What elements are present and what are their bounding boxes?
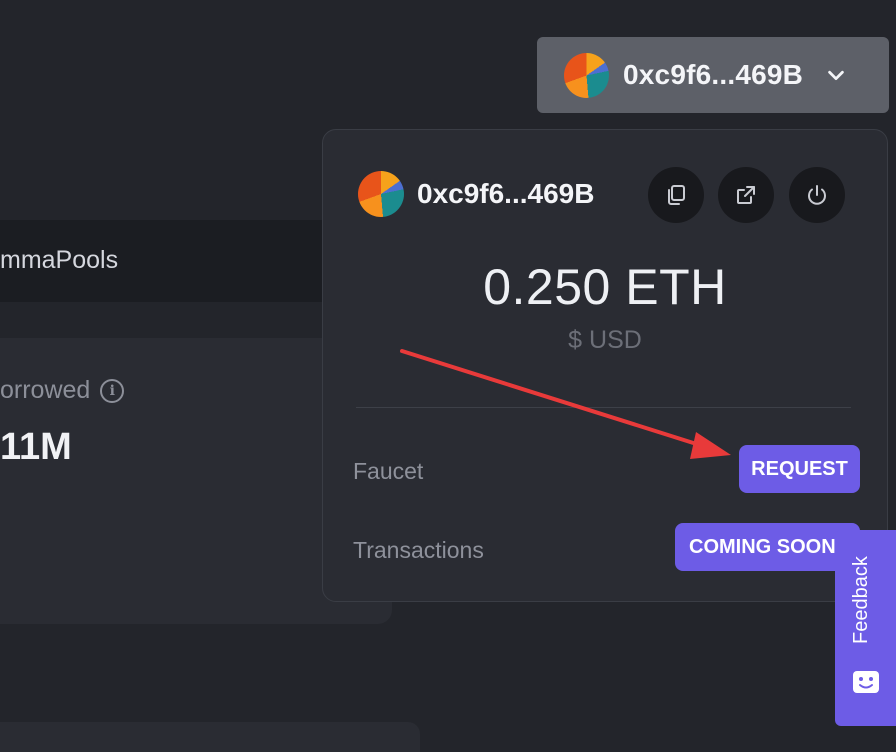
account-dropdown: 0xc9f6...469B 0.250 ETH $ USD Faucet REQ…	[322, 129, 888, 602]
pools-tab-label[interactable]: mmaPools	[0, 246, 118, 275]
divider	[356, 407, 851, 408]
jazzicon-avatar-icon	[358, 171, 404, 217]
copy-address-button[interactable]	[648, 167, 704, 223]
chevron-down-icon	[828, 70, 844, 81]
feedback-tab[interactable]: Feedback	[835, 530, 896, 726]
eth-balance: 0.250 ETH	[483, 259, 727, 315]
wallet-address: 0xc9f6...469B	[623, 59, 804, 90]
transactions-coming-soon-button[interactable]: COMING SOON	[675, 523, 860, 571]
faucet-label: Faucet	[353, 458, 424, 484]
usd-balance: $ USD	[568, 326, 642, 354]
faucet-request-button[interactable]: REQUEST	[739, 445, 860, 493]
borrowed-stat-label: orrowed i	[0, 376, 125, 405]
borrowed-stat-value: 11M	[0, 426, 72, 468]
wallet-account-button[interactable]: 0xc9f6...469B	[537, 37, 889, 113]
account-header: 0xc9f6...469B	[358, 171, 594, 217]
disconnect-button[interactable]	[789, 167, 845, 223]
power-icon	[808, 185, 826, 205]
jazzicon-avatar-icon	[564, 52, 609, 98]
bottom-card	[0, 722, 420, 752]
feedback-label: Feedback	[850, 556, 872, 644]
smiley-chat-icon	[853, 671, 879, 693]
external-link-icon	[737, 186, 755, 204]
copy-icon	[668, 185, 685, 205]
account-address: 0xc9f6...469B	[417, 178, 595, 209]
info-icon[interactable]: i	[100, 378, 125, 403]
open-explorer-button[interactable]	[718, 167, 774, 223]
borrowed-label-text: orrowed	[0, 376, 91, 404]
transactions-label: Transactions	[353, 537, 484, 563]
